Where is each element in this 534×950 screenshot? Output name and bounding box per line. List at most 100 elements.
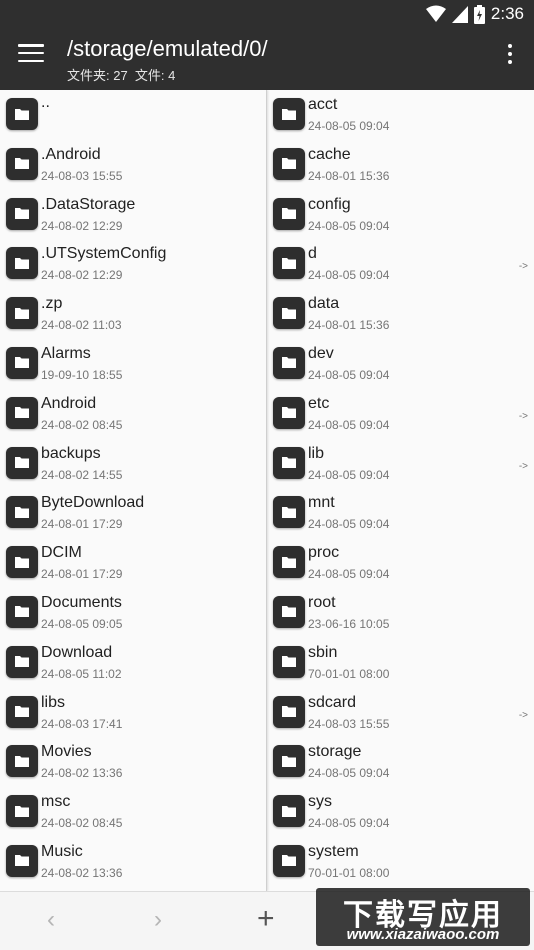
folder-name: .. (41, 94, 50, 111)
folder-row[interactable]: Movies 24-08-02 13:36 (0, 737, 266, 787)
watermark-url: www.xiazaiwaoo.com (346, 926, 500, 943)
folder-row[interactable]: sys 24-08-05 09:04 (267, 787, 534, 837)
folder-name: cache (308, 145, 351, 163)
folder-date: 24-08-01 15:36 (308, 168, 390, 183)
folder-date: 24-08-05 09:04 (308, 567, 390, 582)
folder-date: 70-01-01 08:00 (308, 865, 390, 880)
folder-date: 24-08-05 09:04 (308, 119, 390, 133)
folder-row[interactable]: etc 24-08-05 09:04 -> (267, 389, 534, 439)
folder-date: 24-08-05 09:04 (308, 816, 390, 831)
folder-icon (6, 496, 38, 529)
folder-name: sys (308, 793, 332, 811)
folder-name: acct (308, 96, 338, 113)
folder-row[interactable]: proc 24-08-05 09:04 (267, 538, 534, 588)
folder-row[interactable]: mnt 24-08-05 09:04 (267, 488, 534, 538)
folder-date: 24-08-02 13:36 (41, 766, 123, 781)
folder-icon (6, 446, 38, 479)
folder-icon (6, 396, 38, 429)
folder-name: Music (41, 842, 83, 860)
folder-icon (273, 745, 305, 778)
folder-row[interactable]: acct 24-08-05 09:04 (267, 90, 534, 140)
folder-name: d (308, 245, 317, 263)
folder-date: 24-08-03 15:55 (41, 168, 123, 183)
folder-icon (6, 695, 38, 728)
folder-date: 24-08-05 09:04 (308, 766, 390, 781)
folder-row[interactable]: msc 24-08-02 08:45 (0, 787, 266, 837)
folder-row[interactable]: sbin 70-01-01 08:00 (267, 638, 534, 688)
folder-row[interactable]: .Android 24-08-03 15:55 (0, 140, 266, 190)
folder-row[interactable]: libs 24-08-03 17:41 (0, 688, 266, 738)
symlink-indicator: -> (518, 261, 528, 273)
folder-row[interactable]: DCIM 24-08-01 17:29 (0, 538, 266, 588)
folder-icon (6, 745, 38, 778)
forward-button[interactable]: › (154, 906, 162, 934)
folder-row[interactable]: lib 24-08-05 09:04 -> (267, 439, 534, 489)
folder-row[interactable]: .zp 24-08-02 11:03 (0, 289, 266, 339)
folder-name: .zp (41, 295, 63, 313)
folder-icon (273, 147, 305, 180)
folder-icon (273, 546, 305, 579)
symlink-indicator: -> (518, 460, 528, 472)
folder-row[interactable]: data 24-08-01 15:36 (267, 289, 534, 339)
folder-row[interactable]: cache 24-08-01 15:36 (267, 140, 534, 190)
signal-icon (451, 5, 468, 23)
folder-name: mnt (308, 494, 335, 512)
left-file-list[interactable]: .. .Android 24-08-03 15:55 .DataStorage 24-0… (0, 90, 267, 891)
folder-date: 24-08-03 15:55 (308, 716, 390, 731)
overflow-menu-icon[interactable] (506, 44, 514, 64)
folder-date: 24-08-05 09:05 (41, 616, 123, 631)
folder-icon (6, 546, 38, 579)
folder-row[interactable]: backups 24-08-02 14:55 (0, 439, 266, 489)
folder-icon (6, 844, 38, 877)
folder-icon (273, 297, 305, 330)
folder-icon (6, 595, 38, 628)
right-file-list[interactable]: acct 24-08-05 09:04 cache 24-08-01 15:36 con… (267, 90, 534, 891)
folder-icon (273, 795, 305, 828)
folder-date: 24-08-05 09:04 (308, 218, 390, 233)
folder-date: 24-08-05 09:04 (308, 417, 390, 432)
folder-icon (6, 346, 38, 379)
folder-icon (6, 247, 38, 280)
menu-icon[interactable] (18, 42, 44, 64)
folder-name: config (308, 195, 351, 213)
folder-row[interactable]: Music 24-08-02 13:36 (0, 837, 266, 887)
battery-icon (473, 4, 485, 24)
folder-icon (273, 844, 305, 877)
folder-icon (6, 297, 38, 330)
folder-row[interactable]: system 70-01-01 08:00 (267, 837, 534, 887)
folder-icon (6, 98, 38, 130)
bottom-bar: ‹ › + 下载写应用 www.xiazaiwaoo.com (0, 888, 534, 950)
file-panes: .. .Android 24-08-03 15:55 .DataStorage 24-0… (0, 90, 534, 891)
folder-row[interactable]: .. (0, 90, 266, 140)
folder-row[interactable]: Download 24-08-05 11:02 (0, 638, 266, 688)
add-button[interactable]: + (257, 902, 275, 936)
folder-date: 24-08-05 09:04 (308, 517, 390, 532)
folder-row[interactable]: Documents 24-08-05 09:05 (0, 588, 266, 638)
folder-row[interactable]: d 24-08-05 09:04 -> (267, 239, 534, 289)
folder-icon (273, 695, 305, 728)
folder-icon (6, 645, 38, 678)
folder-row[interactable]: ByteDownload 24-08-01 17:29 (0, 488, 266, 538)
folder-name: etc (308, 394, 330, 412)
folder-row[interactable]: Alarms 19-09-10 18:55 (0, 339, 266, 389)
folder-row[interactable]: root 23-06-16 10:05 (267, 588, 534, 638)
folder-icon (273, 247, 305, 280)
folder-name: Movies (41, 743, 92, 761)
folder-icon (273, 98, 305, 130)
back-button[interactable]: ‹ (47, 906, 55, 934)
folder-row[interactable]: dev 24-08-05 09:04 (267, 339, 534, 389)
folder-icon (273, 496, 305, 529)
folder-row[interactable]: .UTSystemConfig 24-08-02 12:29 (0, 239, 266, 289)
folder-name: proc (308, 544, 340, 562)
folder-row[interactable]: Android 24-08-02 08:45 (0, 389, 266, 439)
folder-row[interactable]: sdcard 24-08-03 15:55 -> (267, 688, 534, 738)
folder-row[interactable]: config 24-08-05 09:04 (267, 190, 534, 240)
folder-name: .Android (41, 145, 101, 163)
folder-name: Alarms (41, 344, 91, 362)
folder-date: 24-08-02 12:29 (41, 268, 123, 283)
folder-row[interactable]: .DataStorage 24-08-02 12:29 (0, 190, 266, 240)
folder-name: ByteDownload (41, 494, 145, 512)
status-bar: 2:36 (0, 0, 534, 28)
folder-icon (273, 595, 305, 628)
folder-row[interactable]: storage 24-08-05 09:04 (267, 737, 534, 787)
